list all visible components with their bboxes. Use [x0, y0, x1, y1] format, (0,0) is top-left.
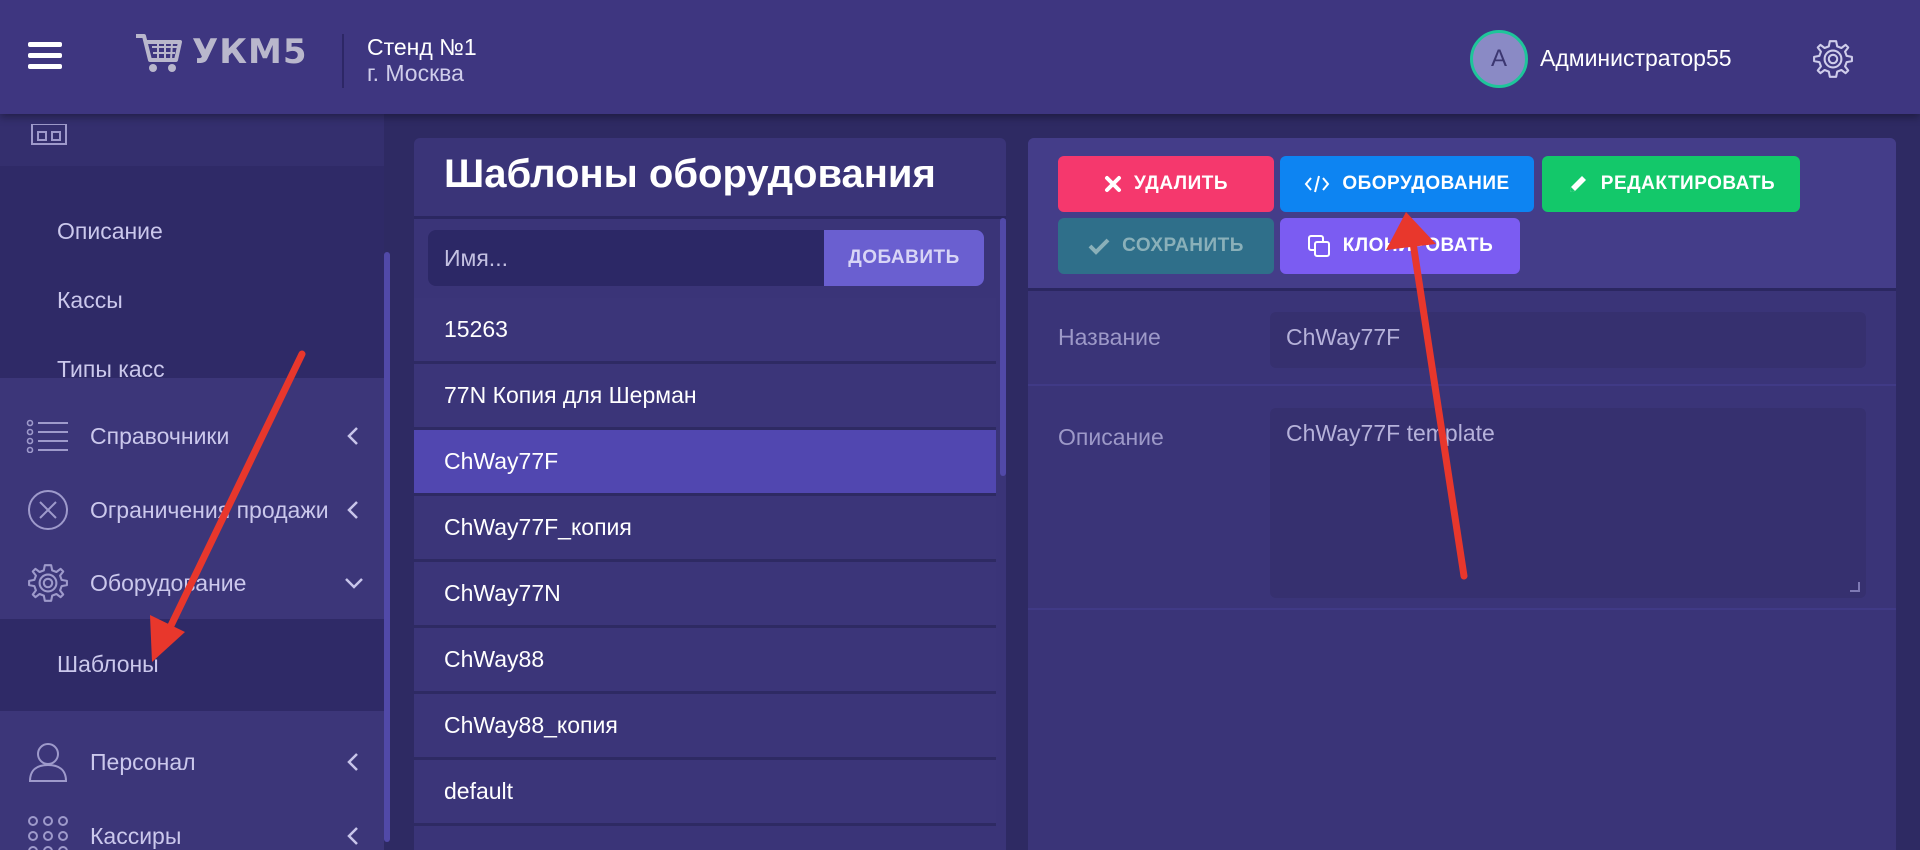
- sidebar-item-label: Кассиры: [90, 822, 182, 849]
- sidebar-scrollbar[interactable]: [384, 252, 390, 842]
- sidebar-submenu-equipment: Шаблоны: [0, 619, 384, 711]
- header-divider: [342, 34, 344, 88]
- sidebar-item-sale-restrictions[interactable]: Ограничения продажи: [0, 474, 384, 546]
- gear-icon: [24, 559, 72, 607]
- sidebar-item-label: Персонал: [90, 748, 196, 775]
- cart-icon: [136, 34, 182, 72]
- templates-list: 15263 77N Копия для Шерман ChWay77F ChWa…: [414, 298, 996, 826]
- avatar[interactable]: А: [1470, 30, 1528, 88]
- add-button[interactable]: ДОБАВИТЬ: [824, 230, 984, 286]
- name-label: Название: [1058, 324, 1161, 350]
- name-field[interactable]: ChWay77F: [1270, 312, 1866, 368]
- check-icon: [1088, 238, 1110, 255]
- clone-button-label: КЛОНИРОВАТЬ: [1342, 235, 1494, 256]
- sidebar-item-equipment[interactable]: Оборудование: [0, 547, 384, 619]
- save-button[interactable]: СОХРАНИТЬ: [1058, 218, 1274, 274]
- sidebar-subitem-description[interactable]: Описание: [57, 218, 163, 245]
- sidebar: Описание Кассы Типы касс Справочники Огр…: [0, 114, 384, 850]
- list-item-selected[interactable]: ChWay77F: [414, 430, 996, 496]
- edit-button-label: РЕДАКТИРОВАТЬ: [1600, 173, 1776, 194]
- top-bar: УКМ5 Стенд №1 г. Москва А Администратор5…: [0, 0, 1920, 114]
- chevron-left-icon: [347, 827, 358, 845]
- list-item[interactable]: 77N Копия для Шерман: [414, 364, 996, 430]
- description-text: ChWay77F template: [1286, 420, 1495, 446]
- stand-name: Стенд №1: [367, 34, 477, 60]
- stand-city: г. Москва: [367, 60, 464, 86]
- chevron-down-icon: [345, 578, 363, 589]
- sidebar-submenu-stand: Описание Кассы Типы касс: [0, 166, 384, 382]
- list-item[interactable]: ChWay88_копия: [414, 694, 996, 760]
- templates-panel: Шаблоны оборудования ДОБАВИТЬ 15263 77N …: [414, 138, 1006, 850]
- save-button-label: СОХРАНИТЬ: [1122, 235, 1244, 256]
- chevron-left-icon: [347, 427, 358, 445]
- title-divider: [414, 216, 1006, 219]
- search-bar: ДОБАВИТЬ: [428, 230, 984, 286]
- list-item[interactable]: default: [414, 760, 996, 826]
- equipment-button[interactable]: ОБОРУДОВАНИЕ: [1280, 156, 1534, 212]
- list-item[interactable]: 15263: [414, 298, 996, 364]
- sidebar-item-directories[interactable]: Справочники: [0, 400, 384, 472]
- list-item[interactable]: ChWay88: [414, 628, 996, 694]
- circle-x-icon: [24, 486, 72, 534]
- description-label: Описание: [1058, 424, 1164, 450]
- action-toolbar: УДАЛИТЬ ОБОРУДОВАНИЕ РЕДАКТИРОВАТЬ СОХРА…: [1028, 138, 1896, 290]
- chevron-left-icon: [347, 501, 358, 519]
- description-field-row: Описание ChWay77F template: [1028, 386, 1896, 610]
- user-name[interactable]: Администратор55: [1540, 45, 1732, 72]
- delete-button-label: УДАЛИТЬ: [1133, 173, 1229, 194]
- sidebar-item-label: Оборудование: [90, 569, 247, 596]
- sidebar-subitem-register-types[interactable]: Типы касс: [57, 356, 165, 383]
- menu-icon[interactable]: [28, 42, 62, 70]
- code-icon: [1305, 175, 1330, 193]
- person-icon: [24, 738, 72, 786]
- sidebar-item-personnel[interactable]: Персонал: [0, 726, 384, 798]
- description-field[interactable]: ChWay77F template: [1270, 408, 1866, 598]
- list-item[interactable]: ChWay77N: [414, 562, 996, 628]
- pencil-icon: [1569, 176, 1586, 192]
- grid-dots-icon: [24, 812, 72, 850]
- logo[interactable]: УКМ5: [134, 30, 308, 74]
- clone-button[interactable]: КЛОНИРОВАТЬ: [1280, 218, 1520, 274]
- settings-gear-icon[interactable]: [1812, 38, 1854, 80]
- edit-button[interactable]: РЕДАКТИРОВАТЬ: [1542, 156, 1800, 212]
- logo-text: УКМ5: [192, 32, 308, 72]
- stand-info: Стенд №1 г. Москва: [367, 34, 477, 86]
- list-icon: [24, 412, 72, 460]
- page-title: Шаблоны оборудования: [444, 152, 936, 196]
- copy-icon: [1307, 235, 1330, 257]
- close-icon: [1104, 176, 1121, 192]
- sidebar-item-label: Ограничения продажи: [90, 496, 329, 523]
- chevron-left-icon: [347, 753, 358, 771]
- search-input[interactable]: [428, 230, 824, 286]
- name-field-row: Название ChWay77F: [1028, 290, 1896, 386]
- list-item[interactable]: ChWay77F_копия: [414, 496, 996, 562]
- delete-button[interactable]: УДАЛИТЬ: [1058, 156, 1274, 212]
- sidebar-item-label: Справочники: [90, 422, 230, 449]
- detail-panel: УДАЛИТЬ ОБОРУДОВАНИЕ РЕДАКТИРОВАТЬ СОХРА…: [1028, 138, 1896, 850]
- sidebar-subitem-cash-registers[interactable]: Кассы: [57, 287, 123, 314]
- sidebar-collapsed-item[interactable]: [0, 114, 384, 166]
- resize-handle-icon[interactable]: [1850, 582, 1860, 592]
- sidebar-item-cashiers[interactable]: Кассиры: [0, 800, 384, 850]
- store-icon: [31, 124, 67, 145]
- equipment-button-label: ОБОРУДОВАНИЕ: [1342, 173, 1510, 194]
- list-scrollbar[interactable]: [1000, 218, 1006, 476]
- sidebar-subitem-templates[interactable]: Шаблоны: [57, 651, 159, 678]
